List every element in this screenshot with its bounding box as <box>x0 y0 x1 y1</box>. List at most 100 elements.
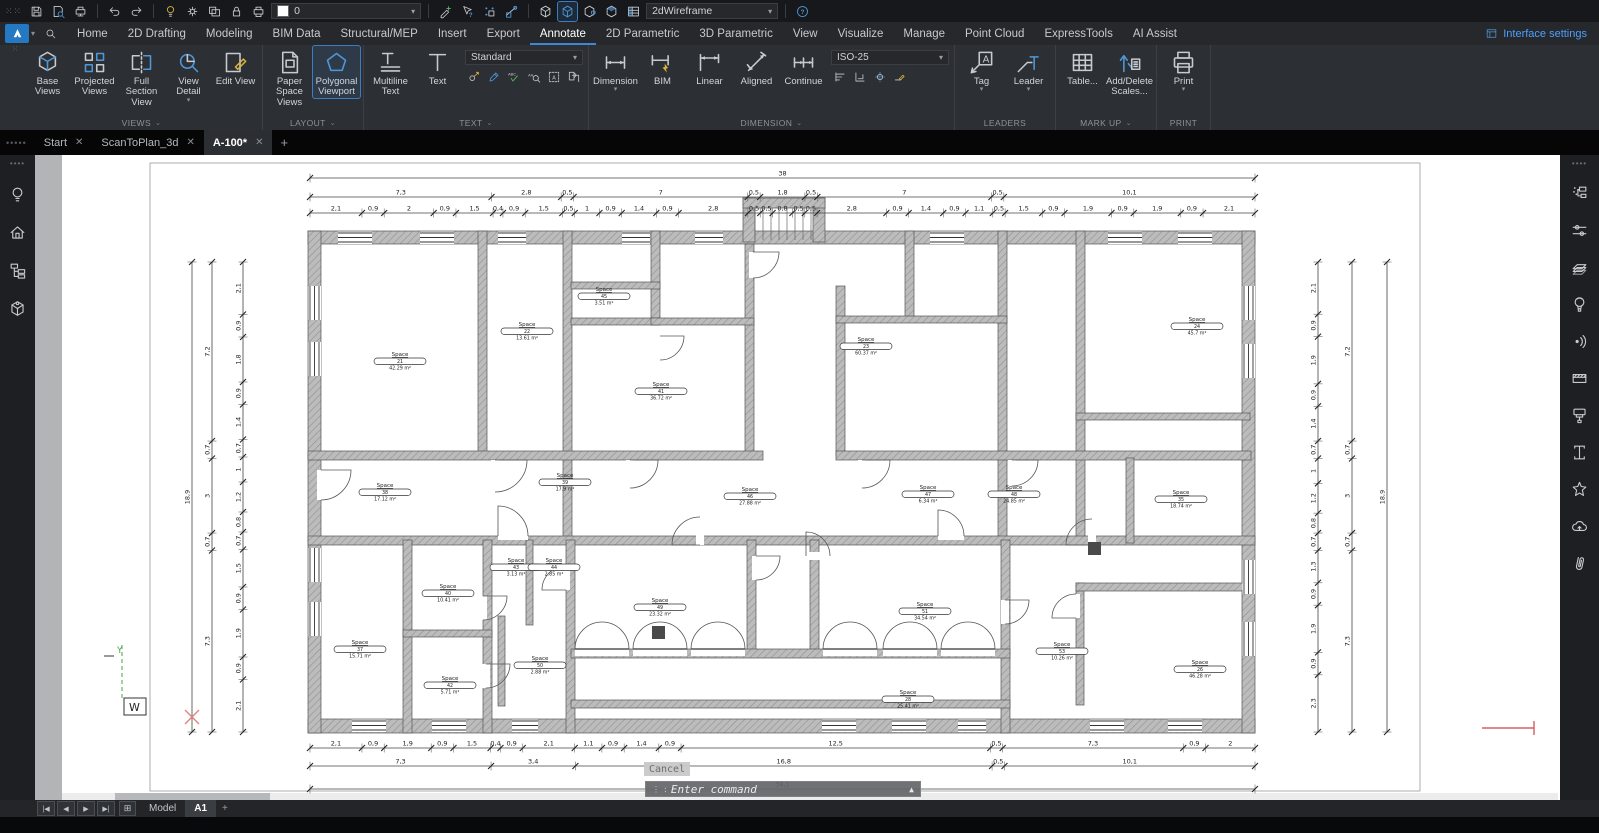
chevron-down-icon[interactable]: ⌄ <box>487 119 493 127</box>
preview-icon[interactable] <box>49 2 68 21</box>
text-frame-icon[interactable]: A <box>545 69 562 85</box>
ribbon-button-table-[interactable]: Table... <box>1059 46 1106 87</box>
menu-item-2d-parametric[interactable]: 2D Parametric <box>596 22 690 45</box>
convert-text-icon[interactable] <box>565 69 582 85</box>
attachments-icon[interactable] <box>1569 552 1591 574</box>
chevron-down-icon[interactable]: ▾ <box>980 86 984 93</box>
layer-dropdown[interactable]: 0 ▾ <box>271 3 422 19</box>
home-icon[interactable] <box>7 221 29 243</box>
ribbon-button-print[interactable]: Print ▾ <box>1160 46 1207 93</box>
menu-item-structural-mep[interactable]: Structural/MEP <box>330 22 427 45</box>
command-grip-icon[interactable]: ⋮ <box>652 785 660 794</box>
ribbon-button-leader[interactable]: Leader ▾ <box>1005 46 1052 93</box>
style-dropdown[interactable]: Standard ▾ <box>465 50 583 65</box>
close-icon[interactable]: ✕ <box>75 137 83 148</box>
sheet-list-icon[interactable]: ⊞ <box>119 801 136 816</box>
layer-state-icon[interactable] <box>205 2 224 21</box>
pen-add-icon[interactable] <box>436 2 455 21</box>
menu-item-expresstools[interactable]: ExpressTools <box>1034 22 1122 45</box>
chevron-down-icon[interactable]: ▾ <box>614 86 618 93</box>
ribbon-button-aligned[interactable]: Aligned <box>733 46 780 87</box>
view-cube-shield-icon[interactable] <box>580 2 599 21</box>
rail-grip-icon[interactable]: •••• <box>10 159 25 168</box>
menu-item-insert[interactable]: Insert <box>428 22 477 45</box>
close-icon[interactable]: ✕ <box>186 137 194 148</box>
viewport-table-icon[interactable] <box>624 2 643 21</box>
command-input-placeholder[interactable]: Enter command <box>671 783 757 796</box>
chevron-down-icon[interactable]: ▾ <box>1182 86 1186 93</box>
view-cube-face-icon[interactable] <box>602 2 621 21</box>
command-expand-icon[interactable]: ▲ <box>909 785 914 794</box>
text-place-icon[interactable] <box>485 69 502 85</box>
ribbon-button-projected-views[interactable]: Projected Views <box>71 46 118 98</box>
dim-edit-icon[interactable] <box>891 69 908 85</box>
document-tab-a-100-[interactable]: A-100* ✕ <box>203 130 273 155</box>
dim-ordinate-icon[interactable] <box>851 69 868 85</box>
document-tab-scantoplan-3d[interactable]: ScanToPlan_3d ✕ <box>92 130 203 155</box>
snap-entity-icon[interactable] <box>502 2 521 21</box>
ribbon-button-add-delete-scales-[interactable]: Add/Delete Scales... <box>1106 46 1153 98</box>
layout-tab-model[interactable]: Model <box>140 800 185 817</box>
pins-icon[interactable] <box>1569 478 1591 500</box>
menu-item-annotate[interactable]: Annotate <box>530 22 596 45</box>
lock-icon[interactable] <box>227 2 246 21</box>
chevron-down-icon[interactable]: ⌄ <box>1126 119 1132 127</box>
menu-item-ai-assist[interactable]: AI Assist <box>1123 22 1187 45</box>
ribbon-button-view-detail[interactable]: View Detail ▾ <box>165 46 212 104</box>
tab-bar-grip-icon[interactable]: ••••• <box>6 138 27 148</box>
render-presets-icon[interactable] <box>1569 404 1591 426</box>
rail-grip-icon[interactable]: •••• <box>1572 159 1587 168</box>
menu-item-view[interactable]: View <box>783 22 828 45</box>
ribbon-button-linear[interactable]: Linear <box>686 46 733 87</box>
view-cube-selected-icon[interactable] <box>557 0 579 22</box>
menu-item-bim-data[interactable]: BIM Data <box>263 22 331 45</box>
menu-item-export[interactable]: Export <box>477 22 530 45</box>
undo-icon[interactable] <box>105 2 124 21</box>
redo-icon[interactable] <box>127 2 146 21</box>
plot-icon[interactable] <box>71 2 90 21</box>
chevron-down-icon[interactable]: ▾ <box>411 7 415 16</box>
dim-baseline-icon[interactable] <box>831 69 848 85</box>
view-cube-icon[interactable] <box>536 2 555 21</box>
ribbon-button-base-views[interactable]: Base Views <box>24 46 71 98</box>
ribbon-button-polygonal-viewport[interactable]: Polygonal Viewport <box>312 45 361 99</box>
menu-item-visualize[interactable]: Visualize <box>828 22 894 45</box>
text-style-icon[interactable] <box>465 69 482 85</box>
toolbar-grip-icon[interactable]: ⁙⁙ <box>5 6 22 17</box>
lights-icon[interactable] <box>1569 330 1591 352</box>
chevron-down-icon[interactable]: ▾ <box>187 97 191 104</box>
command-line-bar[interactable]: ⋮ : Enter command ▲ <box>645 781 921 797</box>
sections-icon[interactable] <box>1569 441 1591 463</box>
first-sheet-button[interactable]: |◀ <box>37 801 55 816</box>
printer-icon[interactable] <box>249 2 268 21</box>
dim-center-icon[interactable] <box>871 69 888 85</box>
style-dropdown[interactable]: ISO-25 ▾ <box>831 50 949 65</box>
cloud-share-icon[interactable] <box>1569 515 1591 537</box>
new-tab-button[interactable]: + <box>272 135 296 150</box>
ribbon-button-edit-view[interactable]: Edit View <box>212 46 259 87</box>
materials-icon[interactable] <box>1569 367 1591 389</box>
chevron-down-icon[interactable]: ▾ <box>768 7 772 16</box>
ribbon-button-tag[interactable]: A Tag ▾ <box>958 46 1005 93</box>
help-icon[interactable]: ? <box>793 2 812 21</box>
menu-item-manage[interactable]: Manage <box>893 22 955 45</box>
chevron-down-icon[interactable]: ⌄ <box>796 119 802 127</box>
spell-check-icon[interactable]: ABC <box>505 69 522 85</box>
adjustments-icon[interactable] <box>1569 219 1591 241</box>
visual-style-dropdown[interactable]: 2dWireframe ▾ <box>646 3 779 19</box>
ribbon-button-continue[interactable]: Continue <box>780 46 827 87</box>
app-logo[interactable] <box>5 24 29 43</box>
ribbon-button-full-section-view[interactable]: Full Section View <box>118 46 165 108</box>
render-icon[interactable] <box>1569 293 1591 315</box>
new-layout-button[interactable]: + <box>216 803 234 814</box>
next-sheet-button[interactable]: ▶ <box>77 801 95 816</box>
last-sheet-button[interactable]: ▶| <box>97 801 115 816</box>
snap-grid-icon[interactable] <box>480 2 499 21</box>
tips-lightbulb-icon[interactable] <box>7 183 29 205</box>
menu-item-2d-drafting[interactable]: 2D Drafting <box>118 22 196 45</box>
close-icon[interactable]: ✕ <box>255 137 263 148</box>
chevron-down-icon[interactable]: ⌄ <box>155 119 161 127</box>
save-icon[interactable] <box>27 2 46 21</box>
gear-icon[interactable] <box>183 2 202 21</box>
interface-settings-button[interactable]: Interface settings <box>1485 27 1599 40</box>
